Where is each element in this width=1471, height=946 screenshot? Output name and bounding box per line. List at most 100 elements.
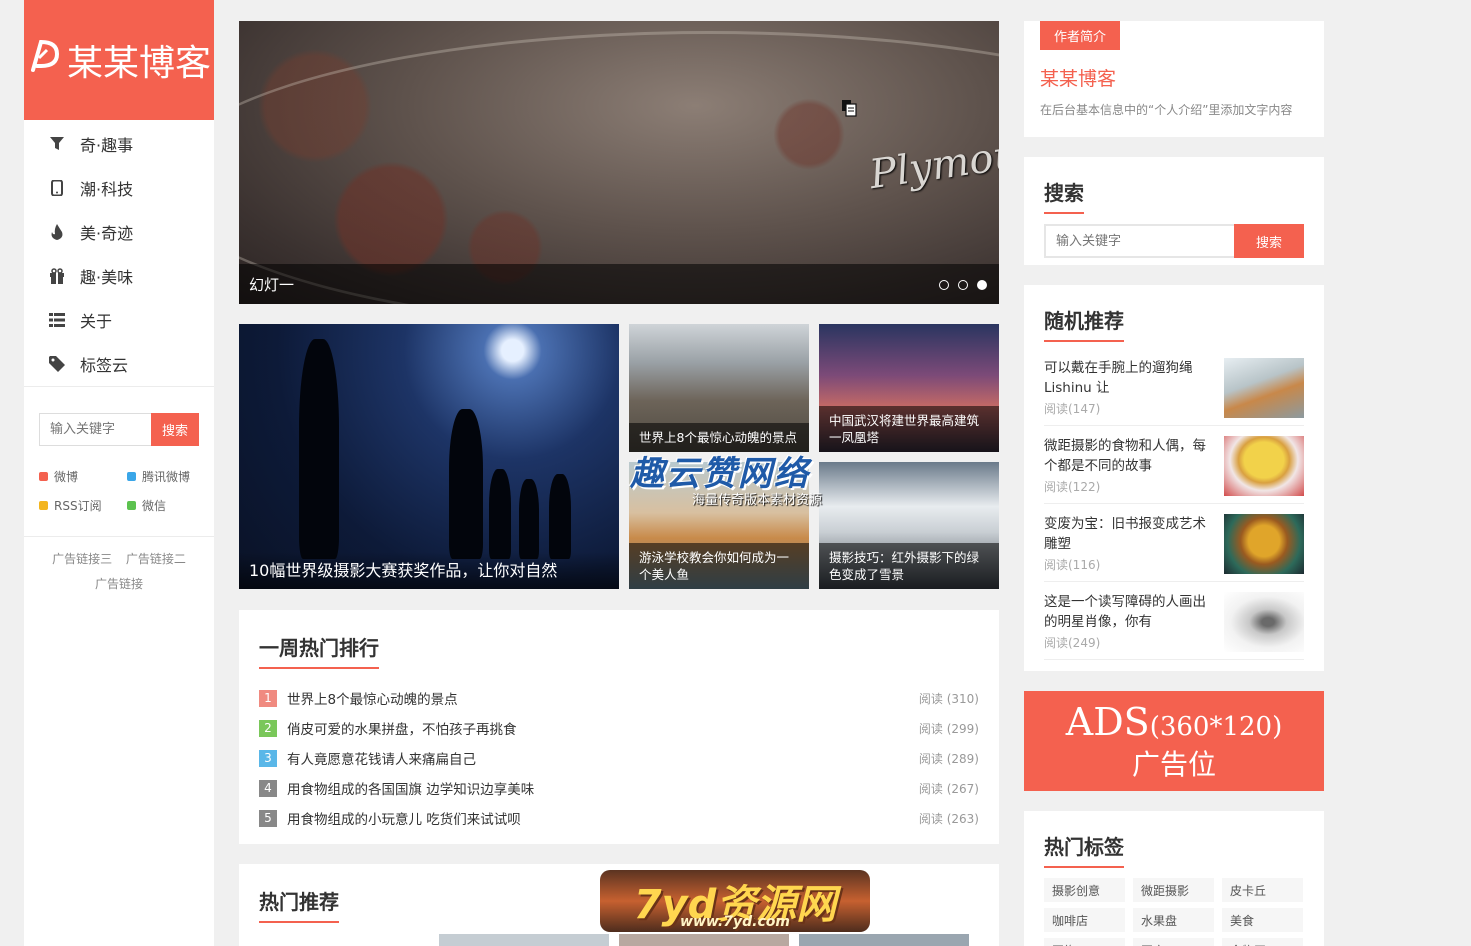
item-title[interactable]: 可以戴在手腕上的遛狗绳Lishinu 让 — [1044, 358, 1216, 398]
nav-label: 趣·美味 — [80, 268, 134, 287]
sidebar-search-input[interactable] — [39, 413, 151, 446]
featured-tile-5[interactable]: 摄影技巧：红外摄影下的绿色变成了雪景 — [819, 462, 999, 589]
social-label: 微信 — [142, 499, 167, 513]
social-label: 腾讯微博 — [142, 470, 191, 484]
site-logo[interactable]: 某某博客 — [24, 0, 214, 120]
item-title[interactable]: 这是一个读写障碍的人画出的明星肖像，你有 — [1044, 592, 1216, 632]
rank-badge: 4 — [259, 779, 277, 797]
ad-banner[interactable]: ADS(360*120) 广告位 — [1024, 691, 1324, 791]
read-count: 阅读 (263) — [918, 811, 979, 826]
list-item[interactable]: 1 世界上8个最惊心动魄的景点 阅读 (310) — [259, 683, 979, 713]
tag-item[interactable]: 摄影创意 — [1044, 878, 1125, 902]
rank-title[interactable]: 俏皮可爱的水果拼盘，不怕孩子再挑食 — [287, 718, 919, 738]
list-item[interactable]: 变废为宝：旧书报变成艺术雕塑 阅读(116) — [1044, 504, 1304, 582]
rank-badge: 5 — [259, 809, 277, 827]
sidebar-search-button[interactable]: 搜索 — [151, 413, 199, 446]
nav-label: 潮·科技 — [80, 180, 134, 199]
author-tag: 作者简介 — [1040, 21, 1121, 50]
main-nav: 奇·趣事 潮·科技 美·奇迹 趣·美味 关于 标签云 — [24, 120, 214, 386]
nav-item-qushi[interactable]: 奇·趣事 — [24, 122, 214, 166]
social-tencent-weibo[interactable]: 腾讯微博 — [127, 468, 215, 485]
watermark-logo: 7yd资源网 www.7yd.com — [600, 870, 870, 932]
item-thumbnail[interactable] — [1224, 358, 1304, 418]
wechat-icon — [127, 501, 136, 510]
rank-title[interactable]: 世界上8个最惊心动魄的景点 — [287, 688, 919, 708]
read-count: 阅读 (310) — [918, 691, 979, 706]
rank-title[interactable]: 用食物组成的各国国旗 边学知识边享美味 — [287, 778, 919, 798]
hot-tags: 热门标签 摄影创意 微距摄影 皮卡丘 咖啡店 水果盘 美食 国旗 国家 食物画 — [1024, 811, 1324, 946]
ad-link-3[interactable]: 广告链接三 — [52, 552, 112, 566]
list-item[interactable]: 2 俏皮可爱的水果拼盘，不怕孩子再挑食 阅读 (299) — [259, 713, 979, 743]
author-desc: 在后台基本信息中的“个人介绍”里添加文字内容 — [1040, 103, 1293, 117]
slider-dot-2[interactable] — [958, 280, 968, 290]
mobile-icon — [48, 179, 66, 197]
read-count: 阅读(122) — [1044, 480, 1101, 494]
item-title[interactable]: 微距摄影的食物和人偶，每个都是不同的故事 — [1044, 436, 1216, 476]
ad-link-1[interactable]: 广告链接 — [95, 577, 143, 591]
read-count: 阅读 (267) — [918, 781, 979, 796]
nav-label: 美·奇迹 — [80, 224, 134, 243]
item-thumbnail[interactable] — [1224, 592, 1304, 652]
tag-item[interactable]: 水果盘 — [1133, 908, 1214, 932]
tag-item[interactable]: 咖啡店 — [1044, 908, 1125, 932]
search-input[interactable] — [1044, 224, 1234, 258]
random-recommend: 随机推荐 可以戴在手腕上的遛狗绳Lishinu 让 阅读(147) 微距摄影的食… — [1024, 285, 1324, 671]
social-rss[interactable]: RSS订阅 — [39, 497, 127, 514]
list-item[interactable]: 微距摄影的食物和人偶，每个都是不同的故事 阅读(122) — [1044, 426, 1304, 504]
rank-title[interactable]: 有人竟愿意花钱请人来痛扁自己 — [287, 748, 919, 768]
list-item[interactable]: 可以戴在手腕上的遛狗绳Lishinu 让 阅读(147) — [1044, 348, 1304, 426]
hero-slider[interactable]: Plymouth 幻灯一 — [239, 21, 999, 304]
nav-item-tags[interactable]: 标签云 — [24, 342, 214, 386]
section-title: 热门推荐 — [259, 886, 339, 923]
social-weibo[interactable]: 微博 — [39, 468, 127, 485]
slider-dot-3[interactable] — [977, 280, 987, 290]
filter-icon — [48, 135, 66, 153]
rss-icon — [39, 501, 48, 510]
thumbnail[interactable] — [619, 934, 789, 946]
read-count: 阅读 (289) — [918, 751, 979, 766]
nav-item-meiwei[interactable]: 趣·美味 — [24, 254, 214, 298]
featured-tile-2[interactable]: 世界上8个最惊心动魄的景点 — [629, 324, 809, 452]
featured-tile-1[interactable]: 10幅世界级摄影大赛获奖作品，让你对自然 — [239, 324, 619, 589]
tag-item[interactable]: 美食 — [1222, 908, 1303, 932]
fire-icon — [48, 223, 66, 241]
watermark-subtext: www.7yd.com — [680, 914, 790, 930]
nav-item-about[interactable]: 关于 — [24, 298, 214, 342]
tag-item[interactable]: 国旗 — [1044, 938, 1125, 946]
section-title: 热门标签 — [1044, 831, 1124, 868]
featured-tile-3[interactable]: 中国武汉将建世界最高建筑一凤凰塔 — [819, 324, 999, 452]
item-title[interactable]: 变废为宝：旧书报变成艺术雕塑 — [1044, 514, 1216, 554]
list-item[interactable]: 3 有人竟愿意花钱请人来痛扁自己 阅读 (289) — [259, 743, 979, 773]
item-thumbnail[interactable] — [1224, 436, 1304, 496]
author-intro: 作者简介 某某博客 在后台基本信息中的“个人介绍”里添加文字内容 — [1024, 21, 1324, 137]
ad-link-2[interactable]: 广告链接二 — [126, 552, 186, 566]
weekly-hot-ranking: 一周热门排行 1 世界上8个最惊心动魄的景点 阅读 (310) 2 俏皮可爱的水… — [239, 610, 999, 844]
thumbnail[interactable] — [799, 934, 969, 946]
tag-grid: 摄影创意 微距摄影 皮卡丘 咖啡店 水果盘 美食 国旗 国家 食物画 — [1044, 878, 1304, 946]
social-label: RSS订阅 — [54, 499, 102, 513]
slide-caption-text[interactable]: 幻灯一 — [249, 274, 294, 295]
slider-dot-1[interactable] — [939, 280, 949, 290]
tile-image-figure — [449, 409, 483, 559]
rank-title[interactable]: 用食物组成的小玩意儿 吃货们来试试呗 — [287, 808, 919, 828]
list-item[interactable]: 5 用食物组成的小玩意儿 吃货们来试试呗 阅读 (263) — [259, 803, 979, 833]
item-thumbnail[interactable] — [1224, 514, 1304, 574]
list-item[interactable]: 这是一个读写障碍的人画出的明星肖像，你有 阅读(249) — [1044, 582, 1304, 660]
thumbnail[interactable] — [439, 934, 609, 946]
logo-mark-icon — [27, 36, 63, 85]
nav-label: 标签云 — [80, 356, 129, 375]
tag-item[interactable]: 国家 — [1133, 938, 1214, 946]
tag-item[interactable]: 皮卡丘 — [1222, 878, 1303, 902]
left-sidebar: 某某博客 奇·趣事 潮·科技 美·奇迹 趣·美味 关于 标签云 搜索 — [24, 0, 214, 946]
list-icon — [48, 311, 66, 329]
list-item[interactable]: 4 用食物组成的各国国旗 边学知识边享美味 阅读 (267) — [259, 773, 979, 803]
nav-item-keji[interactable]: 潮·科技 — [24, 166, 214, 210]
search-button[interactable]: 搜索 — [1234, 224, 1304, 258]
logo-text: 某某博客 — [66, 43, 211, 84]
tile-caption: 中国武汉将建世界最高建筑一凤凰塔 — [819, 406, 999, 452]
tag-item[interactable]: 食物画 — [1222, 938, 1303, 946]
nav-item-qiji[interactable]: 美·奇迹 — [24, 210, 214, 254]
social-wechat[interactable]: 微信 — [127, 497, 215, 514]
author-name[interactable]: 某某博客 — [1040, 64, 1308, 91]
tag-item[interactable]: 微距摄影 — [1133, 878, 1214, 902]
